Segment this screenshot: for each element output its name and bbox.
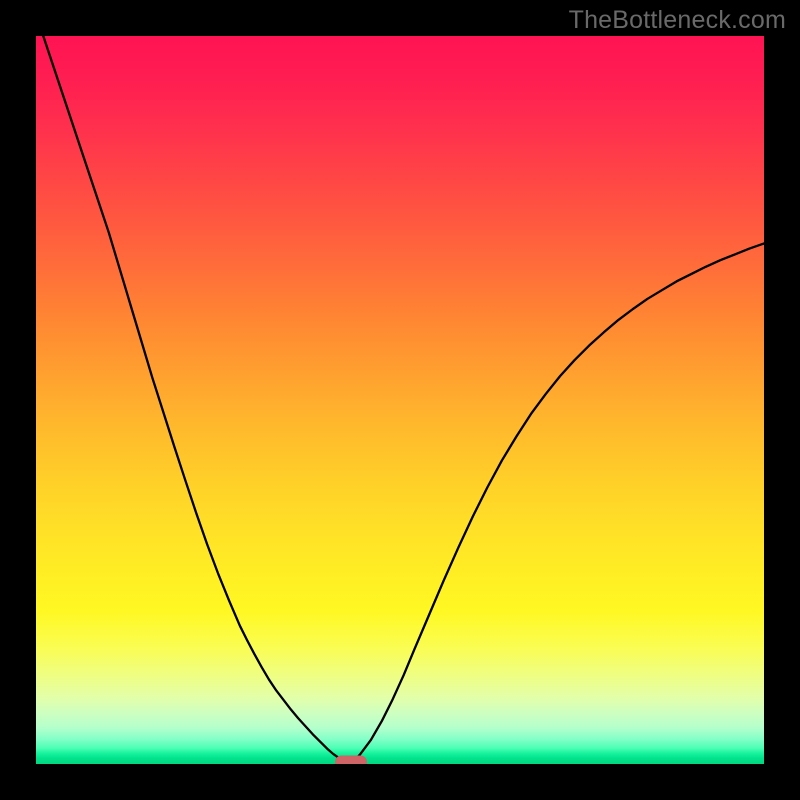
optimum-marker bbox=[335, 755, 367, 764]
chart-frame: TheBottleneck.com bbox=[0, 0, 800, 800]
curve-polyline bbox=[36, 36, 764, 761]
bottleneck-curve bbox=[36, 36, 764, 764]
watermark-text: TheBottleneck.com bbox=[569, 6, 786, 35]
plot-area bbox=[36, 36, 764, 764]
